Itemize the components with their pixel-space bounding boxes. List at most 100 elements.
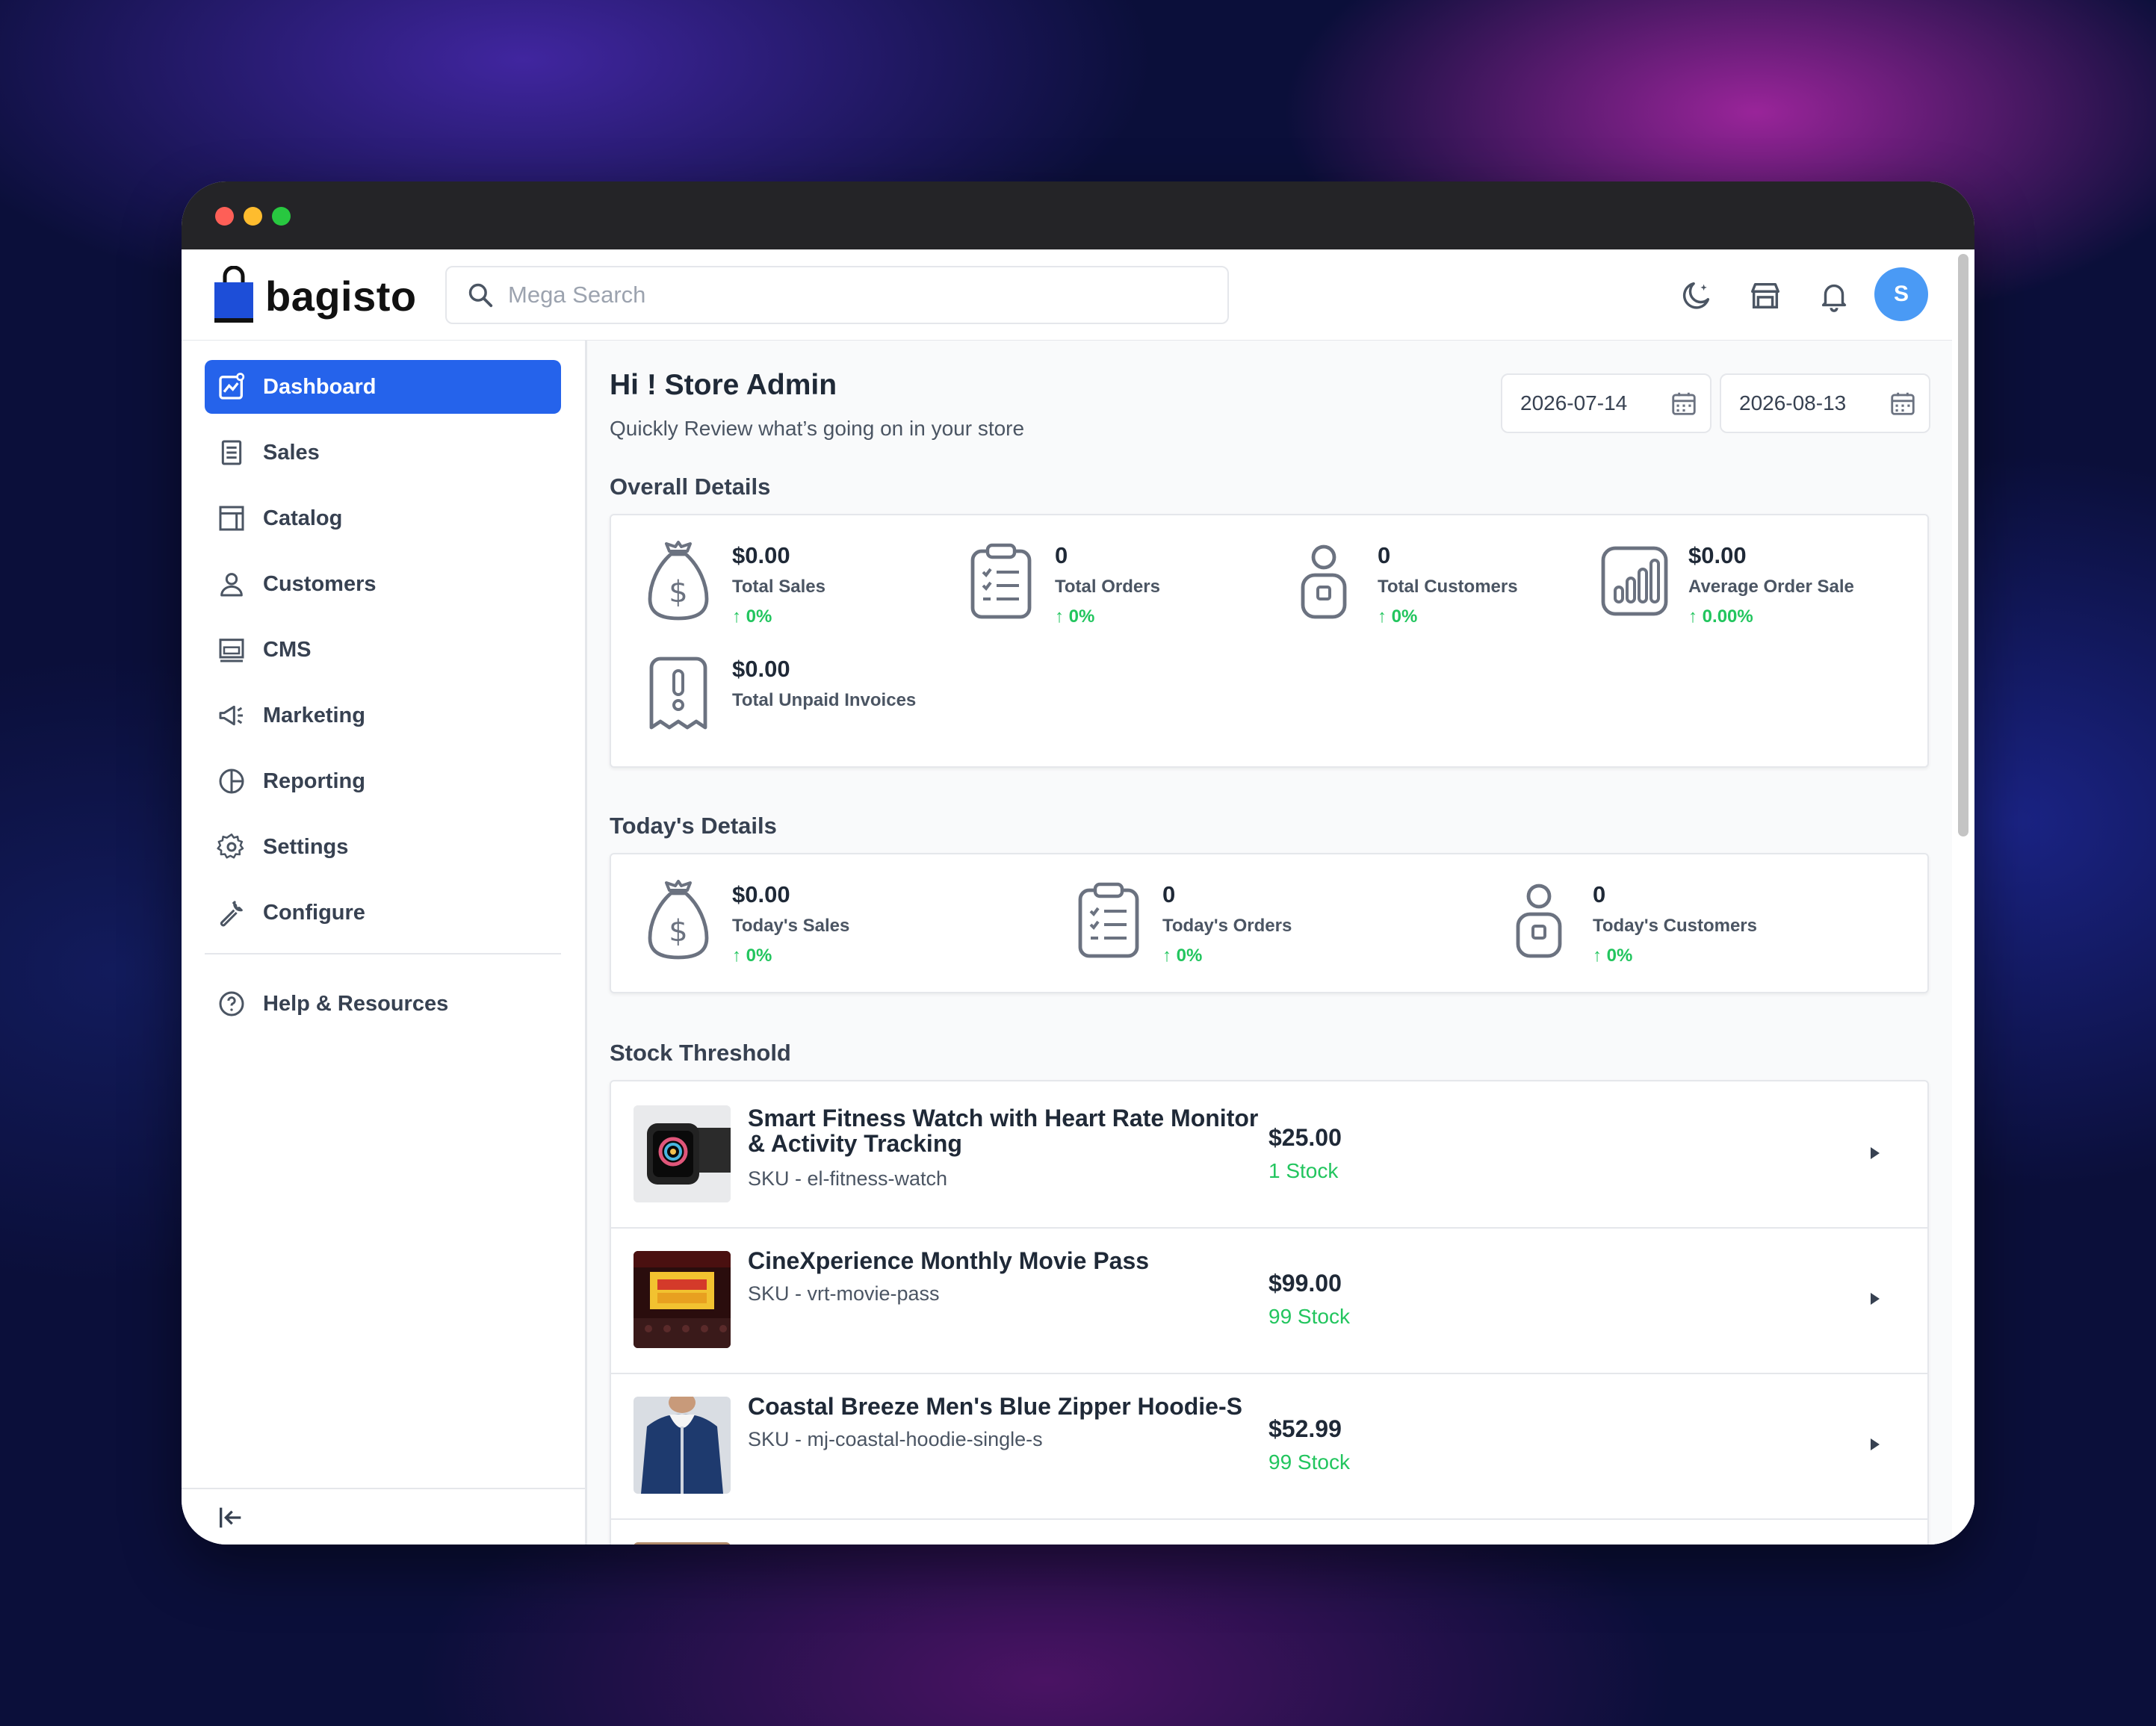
sidebar-item-reporting[interactable]: Reporting bbox=[205, 754, 561, 808]
scrollbar-track[interactable] bbox=[1952, 249, 1974, 1545]
search-icon bbox=[468, 283, 493, 308]
dashboard-icon bbox=[215, 370, 248, 403]
sidebar-divider bbox=[205, 953, 561, 954]
calendar-icon bbox=[1672, 392, 1696, 415]
chevron-right-icon[interactable] bbox=[1869, 1146, 1881, 1161]
stat-label: Total Sales bbox=[732, 577, 825, 597]
stat-value: 0 bbox=[1593, 881, 1606, 907]
pie-chart-icon bbox=[215, 765, 248, 798]
customers-icon bbox=[215, 568, 248, 600]
clipboard-list-icon bbox=[964, 538, 1038, 624]
start-date-value: 2026-07-14 bbox=[1520, 391, 1628, 415]
svg-text:$: $ bbox=[669, 914, 687, 949]
stat-value: 0 bbox=[1162, 881, 1176, 907]
chevron-right-icon[interactable] bbox=[1869, 1437, 1881, 1452]
moon-icon bbox=[1682, 282, 1710, 309]
shopping-bag-icon bbox=[214, 266, 253, 323]
bell-icon bbox=[1821, 284, 1847, 312]
stat-total-sales: $ $0.00 Total Sales ↑ 0% bbox=[641, 538, 825, 627]
sidebar-item-label: Settings bbox=[263, 834, 349, 859]
dark-mode-toggle[interactable] bbox=[1676, 275, 1717, 317]
chevron-right-icon[interactable] bbox=[1869, 1291, 1881, 1306]
table-row[interactable] bbox=[611, 1518, 1927, 1545]
scrollbar-thumb[interactable] bbox=[1958, 254, 1968, 836]
arrow-up-icon: ↑ bbox=[1688, 606, 1703, 627]
product-stock: 99 Stock bbox=[1268, 1305, 1350, 1328]
arrow-up-icon: ↑ bbox=[1378, 606, 1392, 627]
stat-value: 0 bbox=[1055, 542, 1068, 568]
stock-threshold-card: Smart Fitness Watch with Heart Rate Moni… bbox=[610, 1080, 1929, 1545]
svg-text:$: $ bbox=[669, 575, 687, 609]
sidebar-item-help[interactable]: Help & Resources bbox=[205, 977, 561, 1031]
table-row[interactable]: Coastal Breeze Men's Blue Zipper Hoodie-… bbox=[611, 1373, 1927, 1520]
stat-value: $0.00 bbox=[732, 542, 790, 568]
overall-details-card: $ $0.00 Total Sales ↑ 0% 0 Total Orders … bbox=[610, 514, 1929, 768]
stat-average-order-sale: $0.00 Average Order Sale ↑ 0.00% bbox=[1597, 538, 1854, 627]
stat-label: Today's Orders bbox=[1162, 916, 1292, 936]
stat-label: Today's Customers bbox=[1593, 916, 1757, 936]
sidebar-item-marketing[interactable]: Marketing bbox=[205, 689, 561, 742]
avatar[interactable]: S bbox=[1874, 267, 1928, 321]
mega-search[interactable] bbox=[445, 266, 1229, 324]
logo-text: bagisto bbox=[265, 272, 417, 320]
stat-todays-customers: 0 Today's Customers ↑ 0% bbox=[1502, 877, 1757, 966]
sidebar-item-label: Marketing bbox=[263, 703, 365, 727]
sidebar-collapse-bar bbox=[182, 1488, 585, 1545]
sidebar-item-cms[interactable]: CMS bbox=[205, 623, 561, 677]
product-image bbox=[634, 1251, 731, 1348]
sidebar-item-label: Sales bbox=[263, 440, 320, 465]
main-content: Hi ! Store Admin Quickly Review what’s g… bbox=[587, 341, 1954, 1545]
product-name: Coastal Breeze Men's Blue Zipper Hoodie-… bbox=[748, 1393, 1242, 1420]
megaphone-icon bbox=[215, 699, 248, 732]
collapse-sidebar-icon[interactable] bbox=[216, 1503, 246, 1536]
notifications-button[interactable] bbox=[1813, 275, 1855, 317]
stat-value: $0.00 bbox=[732, 656, 790, 682]
table-row[interactable]: Smart Fitness Watch with Heart Rate Moni… bbox=[611, 1081, 1927, 1229]
sidebar-item-catalog[interactable]: Catalog bbox=[205, 491, 561, 545]
storefront-button[interactable] bbox=[1744, 275, 1786, 317]
minimize-window-button[interactable] bbox=[244, 207, 262, 226]
product-image bbox=[634, 1397, 731, 1494]
store-icon bbox=[1751, 282, 1779, 309]
stat-change: ↑ 0% bbox=[1593, 946, 1633, 966]
sidebar-item-label: Customers bbox=[263, 571, 377, 596]
catalog-icon bbox=[215, 502, 248, 535]
sidebar-item-label: Reporting bbox=[263, 769, 365, 793]
sidebar-item-settings[interactable]: Settings bbox=[205, 820, 561, 874]
maximize-window-button[interactable] bbox=[272, 207, 291, 226]
sidebar-item-configure[interactable]: Configure bbox=[205, 886, 561, 940]
sidebar-item-customers[interactable]: Customers bbox=[205, 557, 561, 611]
stat-value: 0 bbox=[1378, 542, 1391, 568]
search-input[interactable] bbox=[507, 281, 1182, 309]
stat-label: Total Unpaid Invoices bbox=[732, 690, 917, 710]
money-bag-icon: $ bbox=[641, 877, 716, 963]
stat-label: Today's Sales bbox=[732, 916, 850, 936]
invoice-alert-icon bbox=[641, 651, 716, 738]
stat-change: ↑ 0.00% bbox=[1688, 606, 1753, 627]
app-window: bagisto S Dashboard Sales Catalog bbox=[182, 181, 1974, 1545]
stat-change: ↑ 0% bbox=[1162, 946, 1203, 966]
table-row[interactable]: CineXperience Monthly Movie Pass SKU - v… bbox=[611, 1227, 1927, 1374]
calendar-icon bbox=[1891, 392, 1915, 415]
sidebar-item-label: Dashboard bbox=[263, 374, 377, 399]
logo[interactable]: bagisto bbox=[211, 266, 417, 326]
product-price: $52.99 bbox=[1268, 1415, 1342, 1442]
top-bar: bagisto S bbox=[182, 249, 1974, 341]
page-subtitle: Quickly Review what’s going on in your s… bbox=[610, 417, 1025, 440]
product-price: $99.00 bbox=[1268, 1270, 1342, 1297]
stat-label: Average Order Sale bbox=[1688, 577, 1854, 597]
sidebar-item-dashboard[interactable]: Dashboard bbox=[205, 360, 561, 414]
stat-total-orders: 0 Total Orders ↑ 0% bbox=[964, 538, 1160, 627]
product-sku: SKU - mj-coastal-hoodie-single-s bbox=[748, 1428, 1043, 1450]
sidebar-item-sales[interactable]: Sales bbox=[205, 426, 561, 479]
wrench-icon bbox=[215, 896, 248, 929]
sidebar-item-label: Help & Resources bbox=[263, 991, 449, 1016]
product-name: Smart Fitness Watch with Heart Rate Moni… bbox=[748, 1105, 1259, 1157]
end-date-field[interactable]: 2026-08-13 bbox=[1720, 373, 1930, 433]
stat-label: Total Orders bbox=[1055, 577, 1160, 597]
window-titlebar bbox=[182, 181, 1974, 249]
close-window-button[interactable] bbox=[215, 207, 234, 226]
stat-change: ↑ 0% bbox=[732, 606, 772, 627]
sidebar-item-label: Configure bbox=[263, 900, 365, 925]
start-date-field[interactable]: 2026-07-14 bbox=[1501, 373, 1712, 433]
